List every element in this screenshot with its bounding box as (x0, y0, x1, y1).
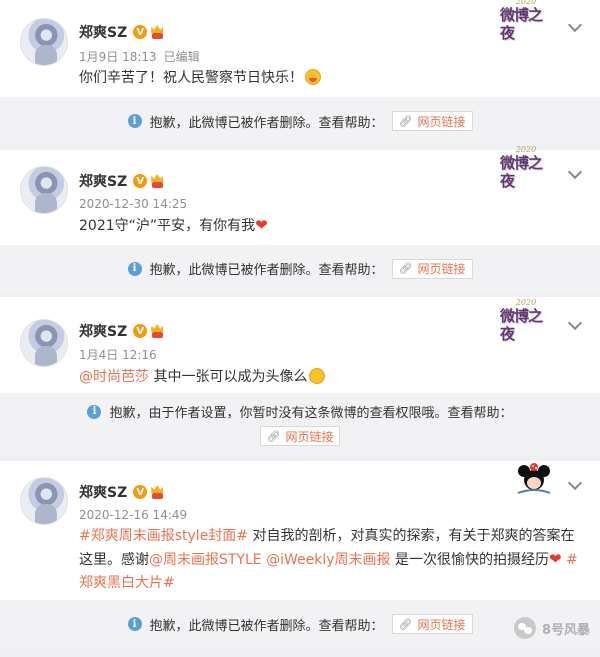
link-icon: 🔗︎ (398, 114, 413, 128)
post-text: 2021守“沪”平安，有你有我❤︎ (79, 216, 268, 234)
post-card: 郑爽SZ V 1月4日 12:16 @时尚芭莎 其中一张可以成为头像么 2020… (0, 297, 600, 393)
webpage-link-button[interactable]: 🔗︎ 网页链接 (391, 111, 473, 131)
permission-notice: i 抱歉，由于作者设置，你暂时没有这条微博的查看权限哦。查看帮助： 🔗︎ 网页链接 (0, 393, 600, 455)
wechat-icon (513, 617, 536, 639)
chevron-down-icon[interactable] (568, 478, 582, 492)
post-date[interactable]: 2020-12-30 14:25 (79, 197, 187, 211)
watermark: 8号风暴 (513, 617, 590, 639)
crown-icon (149, 174, 165, 188)
webpage-link-button[interactable]: 🔗︎ 网页链接 (391, 258, 473, 279)
heart-emoji-icon: ❤︎ (548, 550, 562, 568)
crown-icon (149, 324, 165, 338)
verified-badge-icon: V (133, 485, 148, 499)
edited-label: 已编辑 (163, 49, 200, 64)
post-text: @时尚芭莎 其中一张可以成为头像么 (79, 366, 579, 389)
post-date[interactable]: 1月4日 12:16 (79, 346, 157, 363)
deleted-notice: i 抱歉，此微博已被作者删除。查看帮助： 🔗︎ 网页链接 (0, 97, 600, 145)
post-text: #郑爽周末画报style封面# 对自我的剖析，对真实的探索，有关于郑爽的答案在这… (79, 528, 578, 591)
info-icon: i (87, 404, 102, 419)
weibo-night-badge: 2020 微博之夜 (500, 145, 543, 191)
weibo-night-badge: 2020 微博之夜 (500, 0, 543, 42)
info-icon: i (127, 617, 142, 631)
hashtag-link[interactable]: #郑爽周末画报style封面# (79, 528, 248, 544)
avatar[interactable] (20, 18, 68, 66)
webpage-link-button[interactable]: 🔗︎ 网页链接 (259, 426, 341, 446)
post-card: 郑爽SZ V 2020-12-16 14:49 #郑爽周末画报style封面# … (0, 461, 600, 600)
verified-badge-icon: V (133, 174, 148, 188)
notice-text: 抱歉，此微博已被作者删除。查看帮助： (149, 115, 384, 131)
chevron-down-icon[interactable] (568, 20, 582, 34)
mickey-icon (514, 463, 554, 497)
webpage-link-button[interactable]: 🔗︎ 网页链接 (391, 614, 473, 634)
watermark-text: 8号风暴 (541, 622, 590, 638)
avatar[interactable] (20, 166, 68, 214)
deleted-notice: i 抱歉，此微博已被作者删除。查看帮助： 🔗︎ 网页链接 (0, 245, 600, 292)
post-text: 你们辛苦了！祝人民警察节日快乐！ (79, 67, 579, 90)
post-card: 郑爽SZ V 1月9日 18:13 已编辑 你们辛苦了！祝人民警察节日快乐！ 2… (0, 0, 600, 97)
mention-link[interactable]: @周末画报STYLE (149, 552, 262, 568)
info-icon: i (127, 261, 142, 276)
deleted-notice: i 抱歉，此微博已被作者删除。查看帮助： 🔗︎ 网页链接 (0, 600, 600, 648)
author-name[interactable]: 郑爽SZ (79, 321, 127, 341)
crown-icon (149, 485, 165, 499)
notice-text: 抱歉，此微博已被作者删除。查看帮助： (149, 263, 384, 278)
mention-link[interactable]: @iWeekly周末画报 (266, 552, 390, 568)
crown-icon (149, 25, 165, 39)
link-icon: 🔗︎ (266, 429, 281, 443)
author-name[interactable]: 郑爽SZ (79, 171, 127, 191)
weibo-night-badge: 2020 微博之夜 (500, 298, 543, 344)
notice-text: 抱歉，由于作者设置，你暂时没有这条微博的查看权限哦。查看帮助： (109, 406, 513, 421)
post-date[interactable]: 2020-12-16 14:49 (79, 508, 187, 522)
chevron-down-icon[interactable] (568, 318, 582, 332)
post-date[interactable]: 1月9日 18:13 (79, 48, 157, 65)
chevron-down-icon[interactable] (568, 167, 582, 181)
author-name[interactable]: 郑爽SZ (79, 482, 127, 502)
notice-text: 抱歉，此微博已被作者删除。查看帮助： (149, 618, 384, 634)
avatar[interactable] (20, 477, 68, 525)
mention-link[interactable]: @时尚芭莎 (79, 369, 149, 385)
link-icon: 🔗︎ (398, 262, 413, 275)
info-icon: i (127, 114, 142, 128)
author-name[interactable]: 郑爽SZ (79, 22, 127, 42)
avatar[interactable] (20, 319, 68, 367)
verified-badge-icon: V (133, 324, 148, 338)
post-card: 郑爽SZ V 2020-12-30 14:25 2021守“沪”平安，有你有我❤… (0, 145, 600, 245)
heart-emoji-icon: ❤︎ (255, 216, 268, 234)
pray-emoji-icon (309, 368, 326, 384)
verified-badge-icon: V (133, 25, 148, 39)
link-icon: 🔗︎ (398, 617, 413, 631)
smile-emoji-icon (305, 69, 321, 85)
